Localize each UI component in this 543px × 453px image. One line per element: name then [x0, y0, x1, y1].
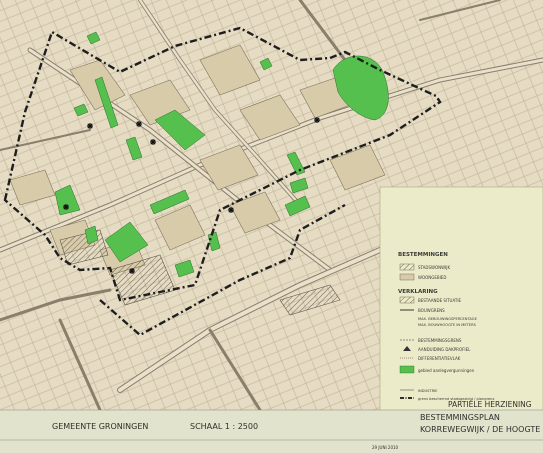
legend-industrie: INDUSTRIE — [418, 389, 438, 393]
title-band: GEMEENTE GRONINGEN SCHAAL 1 : 2500 BESTE… — [0, 409, 543, 453]
legend-max-bouwhoogte: MAX. BOUWHOOGTE IN METERS — [418, 323, 477, 327]
legend-verklaring-heading: VERKLARING — [398, 289, 438, 295]
legend-max-bebouwingspercentage: MAX. BEBOUWINGSPERCENTAGE — [418, 317, 478, 321]
legend-groen: gebied aanlegvergunningen — [418, 368, 475, 373]
asterisk-icon — [136, 121, 142, 127]
scale-label: SCHAAL 1 : 2500 — [190, 422, 258, 431]
swatch-groen — [399, 365, 415, 374]
legend-bestemmingen-heading: BESTEMMINGEN — [398, 252, 448, 258]
plan-title-line-3: KORREWEGWIJK / DE HOOGTE — [420, 425, 540, 434]
footer-date: 29 JUNI 2010 — [372, 445, 399, 450]
map-canvas: BESTEMMINGEN STADSWONWIJK WOONGEBIED VER… — [0, 0, 543, 453]
swatch-wonen — [399, 273, 415, 281]
municipality-label: GEMEENTE GRONINGEN — [52, 422, 148, 431]
plan-title-line-1: PARTIËLE HERZIENING — [448, 400, 532, 409]
legend-bouwgrens: BOUWGRENS — [418, 308, 445, 313]
legend-bestaande-situatie: BESTAANDE SITUATIE — [418, 298, 462, 303]
swatch-bestaande-situatie — [399, 296, 415, 304]
legend-differentiatievlak: DIFFERENTIATIEVLAK — [418, 356, 461, 361]
legend-bestemmingsgrens: BESTEMMINGSGRENS — [418, 338, 462, 343]
asterisk-icon — [150, 139, 156, 145]
asterisk-icon — [63, 204, 69, 210]
legend-wonen: WOONGEBIED — [418, 275, 446, 280]
plan-title-line-2: BESTEMMINGSPLAN — [420, 413, 500, 422]
legend-dakprofiel: AANDUIDING DAKPROFIEL — [418, 347, 471, 352]
legend-stadswonwijk: STADSWONWIJK — [418, 265, 450, 270]
asterisk-icon — [129, 268, 135, 274]
legend-panel: BESTEMMINGEN STADSWONWIJK WOONGEBIED VER… — [379, 186, 543, 414]
swatch-stadswonwijk — [399, 263, 415, 271]
zoning-map-sheet: BESTEMMINGEN STADSWONWIJK WOONGEBIED VER… — [0, 0, 543, 453]
asterisk-icon — [228, 207, 234, 213]
asterisk-icon — [87, 123, 93, 129]
asterisk-icon — [314, 117, 320, 123]
